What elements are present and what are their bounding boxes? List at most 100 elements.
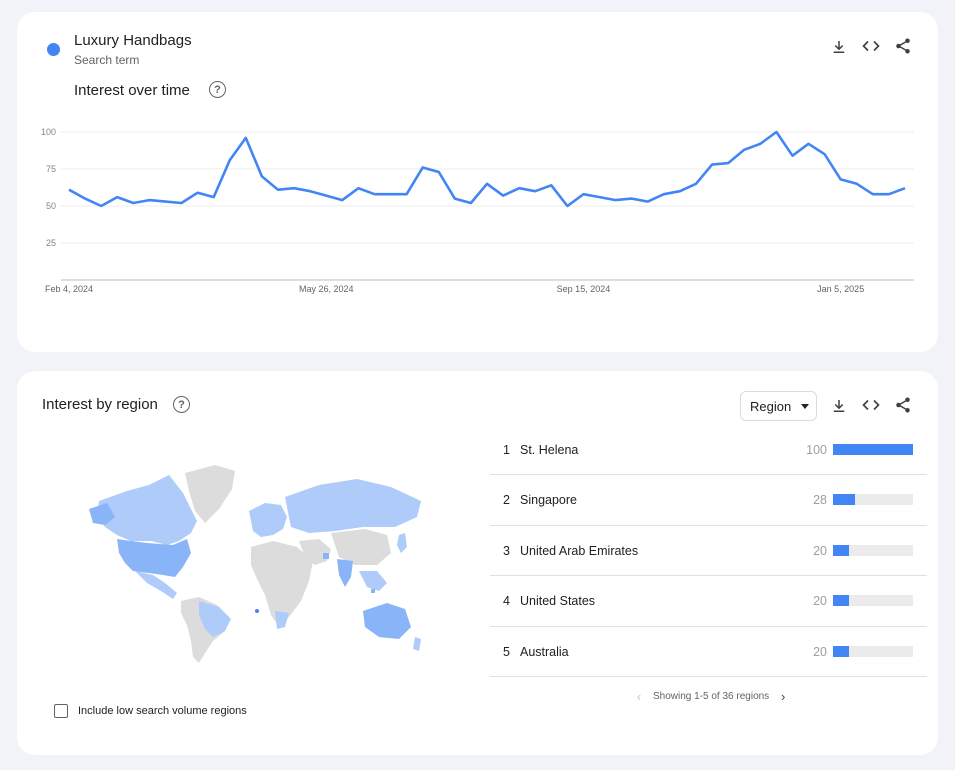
data-point[interactable] [533,189,537,193]
data-point[interactable] [791,154,795,158]
data-point[interactable] [710,163,714,167]
data-point[interactable] [549,183,553,187]
data-point[interactable] [871,192,875,196]
map-region-india [337,559,353,587]
interest-by-region-title: Interest by region [42,396,158,413]
data-point[interactable] [405,192,409,196]
data-point[interactable] [99,204,103,208]
data-point[interactable] [758,142,762,146]
region-bar-fill [833,444,913,455]
region-value: 100 [806,443,827,457]
y-tick-label: 100 [41,127,56,137]
data-point[interactable] [485,182,489,186]
data-point[interactable] [582,192,586,196]
interest-over-time-chart: 100 75 50 25 Feb 4, 2024 May 26, 2024 Sep 15, … [41,127,914,294]
data-point[interactable] [308,189,312,193]
region-select-label: Region [750,398,792,414]
chevron-left-icon[interactable]: ‹ [631,689,647,704]
question-circle-icon[interactable]: ? [173,396,190,413]
chevron-right-icon[interactable]: › [775,689,791,704]
map-region-st-helena [255,609,259,613]
data-point[interactable] [646,200,650,204]
data-point[interactable] [373,192,377,196]
region-ranking-list: 1 St. Helena 100 2 Singapore 28 3 United Arab E… [490,425,927,677]
data-point[interactable] [180,201,184,205]
low-volume-checkbox[interactable] [54,704,68,718]
y-tick-label: 50 [46,201,56,211]
data-point[interactable] [839,177,843,181]
data-point[interactable] [228,158,232,162]
data-point[interactable] [453,197,457,201]
data-point[interactable] [903,186,907,190]
map-region-europe [249,503,287,537]
region-name: United States [520,594,596,609]
data-point[interactable] [774,130,778,134]
download-icon[interactable] [830,397,848,415]
map-region-south-africa [275,611,289,629]
region-rank: 5 [503,644,510,659]
data-point[interactable] [726,161,730,165]
data-point[interactable] [630,197,634,201]
data-point[interactable] [276,188,280,192]
data-point[interactable] [614,198,618,202]
pagination: ‹ Showing 1-5 of 36 regions › [631,689,791,704]
interest-over-time-card: Luxury Handbags Search term Interest ove… [17,12,938,352]
region-bar [833,444,913,455]
data-point[interactable] [164,200,168,204]
region-row[interactable]: 3 United Arab Emirates 20 [490,526,927,577]
region-row[interactable]: 1 St. Helena 100 [490,425,927,476]
data-point[interactable] [694,182,698,186]
low-volume-checkbox-label: Include low search volume regions [78,705,247,717]
data-point[interactable] [598,195,602,199]
world-map[interactable] [87,461,427,666]
data-point[interactable] [244,136,248,140]
region-bar [833,595,913,607]
map-region-russia [285,479,421,533]
data-point[interactable] [437,170,441,174]
data-point[interactable] [887,192,891,196]
data-point[interactable] [196,191,200,195]
data-point[interactable] [517,186,521,190]
data-point[interactable] [292,186,296,190]
data-point[interactable] [421,166,425,170]
data-point[interactable] [340,198,344,202]
share-icon[interactable] [894,396,912,414]
data-point[interactable] [212,195,216,199]
region-bar-fill [833,645,849,657]
data-point[interactable] [469,201,473,205]
region-name: Singapore [520,493,577,508]
data-point[interactable] [678,189,682,193]
region-select[interactable]: Region [740,391,817,421]
data-point[interactable] [131,201,135,205]
map-region-singapore [371,589,375,593]
data-point[interactable] [662,192,666,196]
data-point[interactable] [855,182,859,186]
data-point[interactable] [389,192,393,196]
region-rank: 4 [503,594,510,609]
x-tick-label: Sep 15, 2024 [557,284,611,294]
data-point[interactable] [823,152,827,156]
data-point[interactable] [324,194,328,198]
region-rank: 1 [503,443,510,457]
data-point[interactable] [83,197,87,201]
map-region-united-arab-emirates [323,553,329,559]
region-bar-fill [833,544,849,556]
data-point[interactable] [67,188,71,192]
x-tick-label: May 26, 2024 [299,284,354,294]
region-row[interactable]: 2 Singapore 28 [490,475,927,526]
map-region-united-states [117,539,191,577]
data-point[interactable] [147,198,151,202]
data-point[interactable] [742,148,746,152]
data-point[interactable] [807,142,811,146]
data-point[interactable] [356,186,360,190]
region-row[interactable]: 5 Australia 20 [490,627,927,677]
embed-code-icon[interactable] [862,396,880,414]
region-name: United Arab Emirates [520,543,639,558]
data-point[interactable] [565,204,569,208]
region-row[interactable]: 4 United States 20 [490,576,927,627]
map-region-new-zealand [413,637,421,651]
data-point[interactable] [115,195,119,199]
data-point[interactable] [260,174,264,178]
data-point[interactable] [501,194,505,198]
y-tick-label: 75 [46,164,56,174]
